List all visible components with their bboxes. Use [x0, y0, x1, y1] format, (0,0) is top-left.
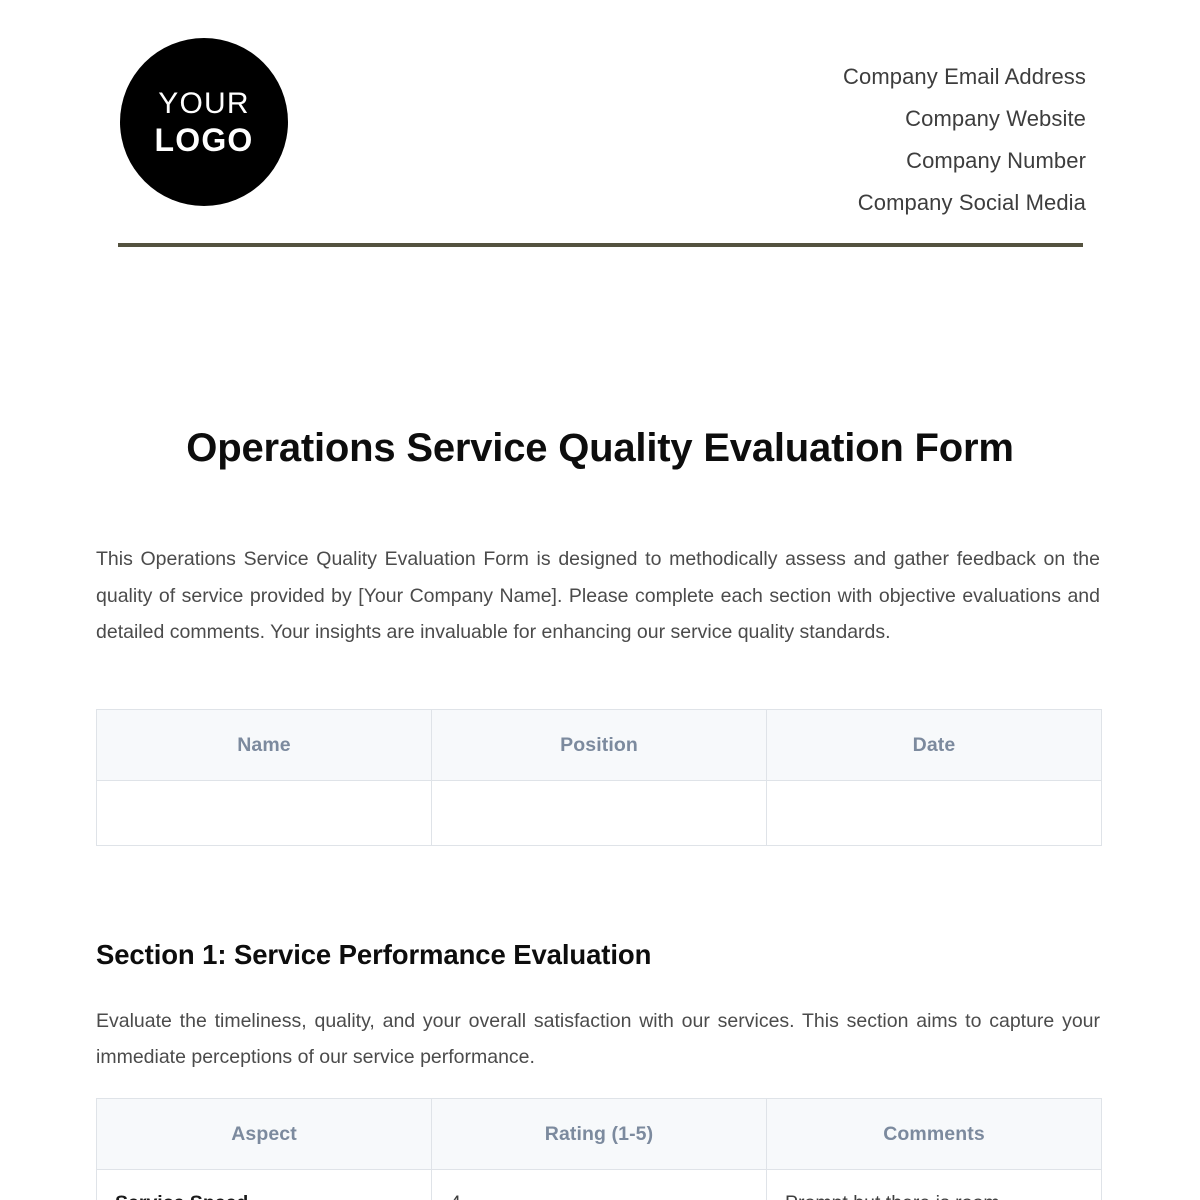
section-1-heading: Section 1: Service Performance Evaluatio… [96, 939, 652, 970]
page-title: Operations Service Quality Evaluation Fo… [186, 426, 1014, 470]
header-divider-rule [118, 243, 1083, 247]
table-row [96, 780, 1102, 846]
service-performance-table: Aspect Rating (1-5) Comments Service Spe… [96, 1098, 1102, 1200]
logo-text-your: YOUR [158, 86, 250, 120]
company-contact-block: Company Email Address Company Website Co… [843, 56, 1086, 224]
respondent-info-table: Name Position Date [96, 709, 1102, 846]
date-input-cell[interactable] [766, 780, 1102, 846]
column-header-position: Position [431, 709, 767, 781]
company-logo: YOUR LOGO [120, 38, 288, 206]
column-header-date: Date [766, 709, 1102, 781]
contact-social-media: Company Social Media [857, 190, 1086, 215]
section-1-description: Evaluate the timeliness, quality, and yo… [96, 1010, 1100, 1068]
rating-cell[interactable]: 4 [431, 1169, 767, 1200]
document-page: YOUR LOGO Company Email Address Company … [0, 0, 1200, 1200]
table-header-row: Aspect Rating (1-5) Comments [96, 1098, 1102, 1170]
column-header-aspect: Aspect [96, 1098, 432, 1170]
table-row: Service Speed 4 Prompt but there is room [96, 1169, 1102, 1200]
column-header-name: Name [96, 709, 432, 781]
name-input-cell[interactable] [96, 780, 432, 846]
document-header: YOUR LOGO Company Email Address Company … [118, 38, 1086, 215]
position-input-cell[interactable] [431, 780, 767, 846]
table-header-row: Name Position Date [96, 709, 1102, 781]
intro-paragraph: This Operations Service Quality Evaluati… [96, 548, 1100, 643]
logo-text-logo: LOGO [154, 121, 254, 158]
contact-number: Company Number [906, 148, 1086, 173]
comments-cell[interactable]: Prompt but there is room [766, 1169, 1102, 1200]
contact-email-address: Company Email Address [843, 64, 1086, 89]
aspect-cell[interactable]: Service Speed [96, 1169, 432, 1200]
contact-website: Company Website [905, 106, 1086, 131]
column-header-comments: Comments [766, 1098, 1102, 1170]
column-header-rating: Rating (1-5) [431, 1098, 767, 1170]
